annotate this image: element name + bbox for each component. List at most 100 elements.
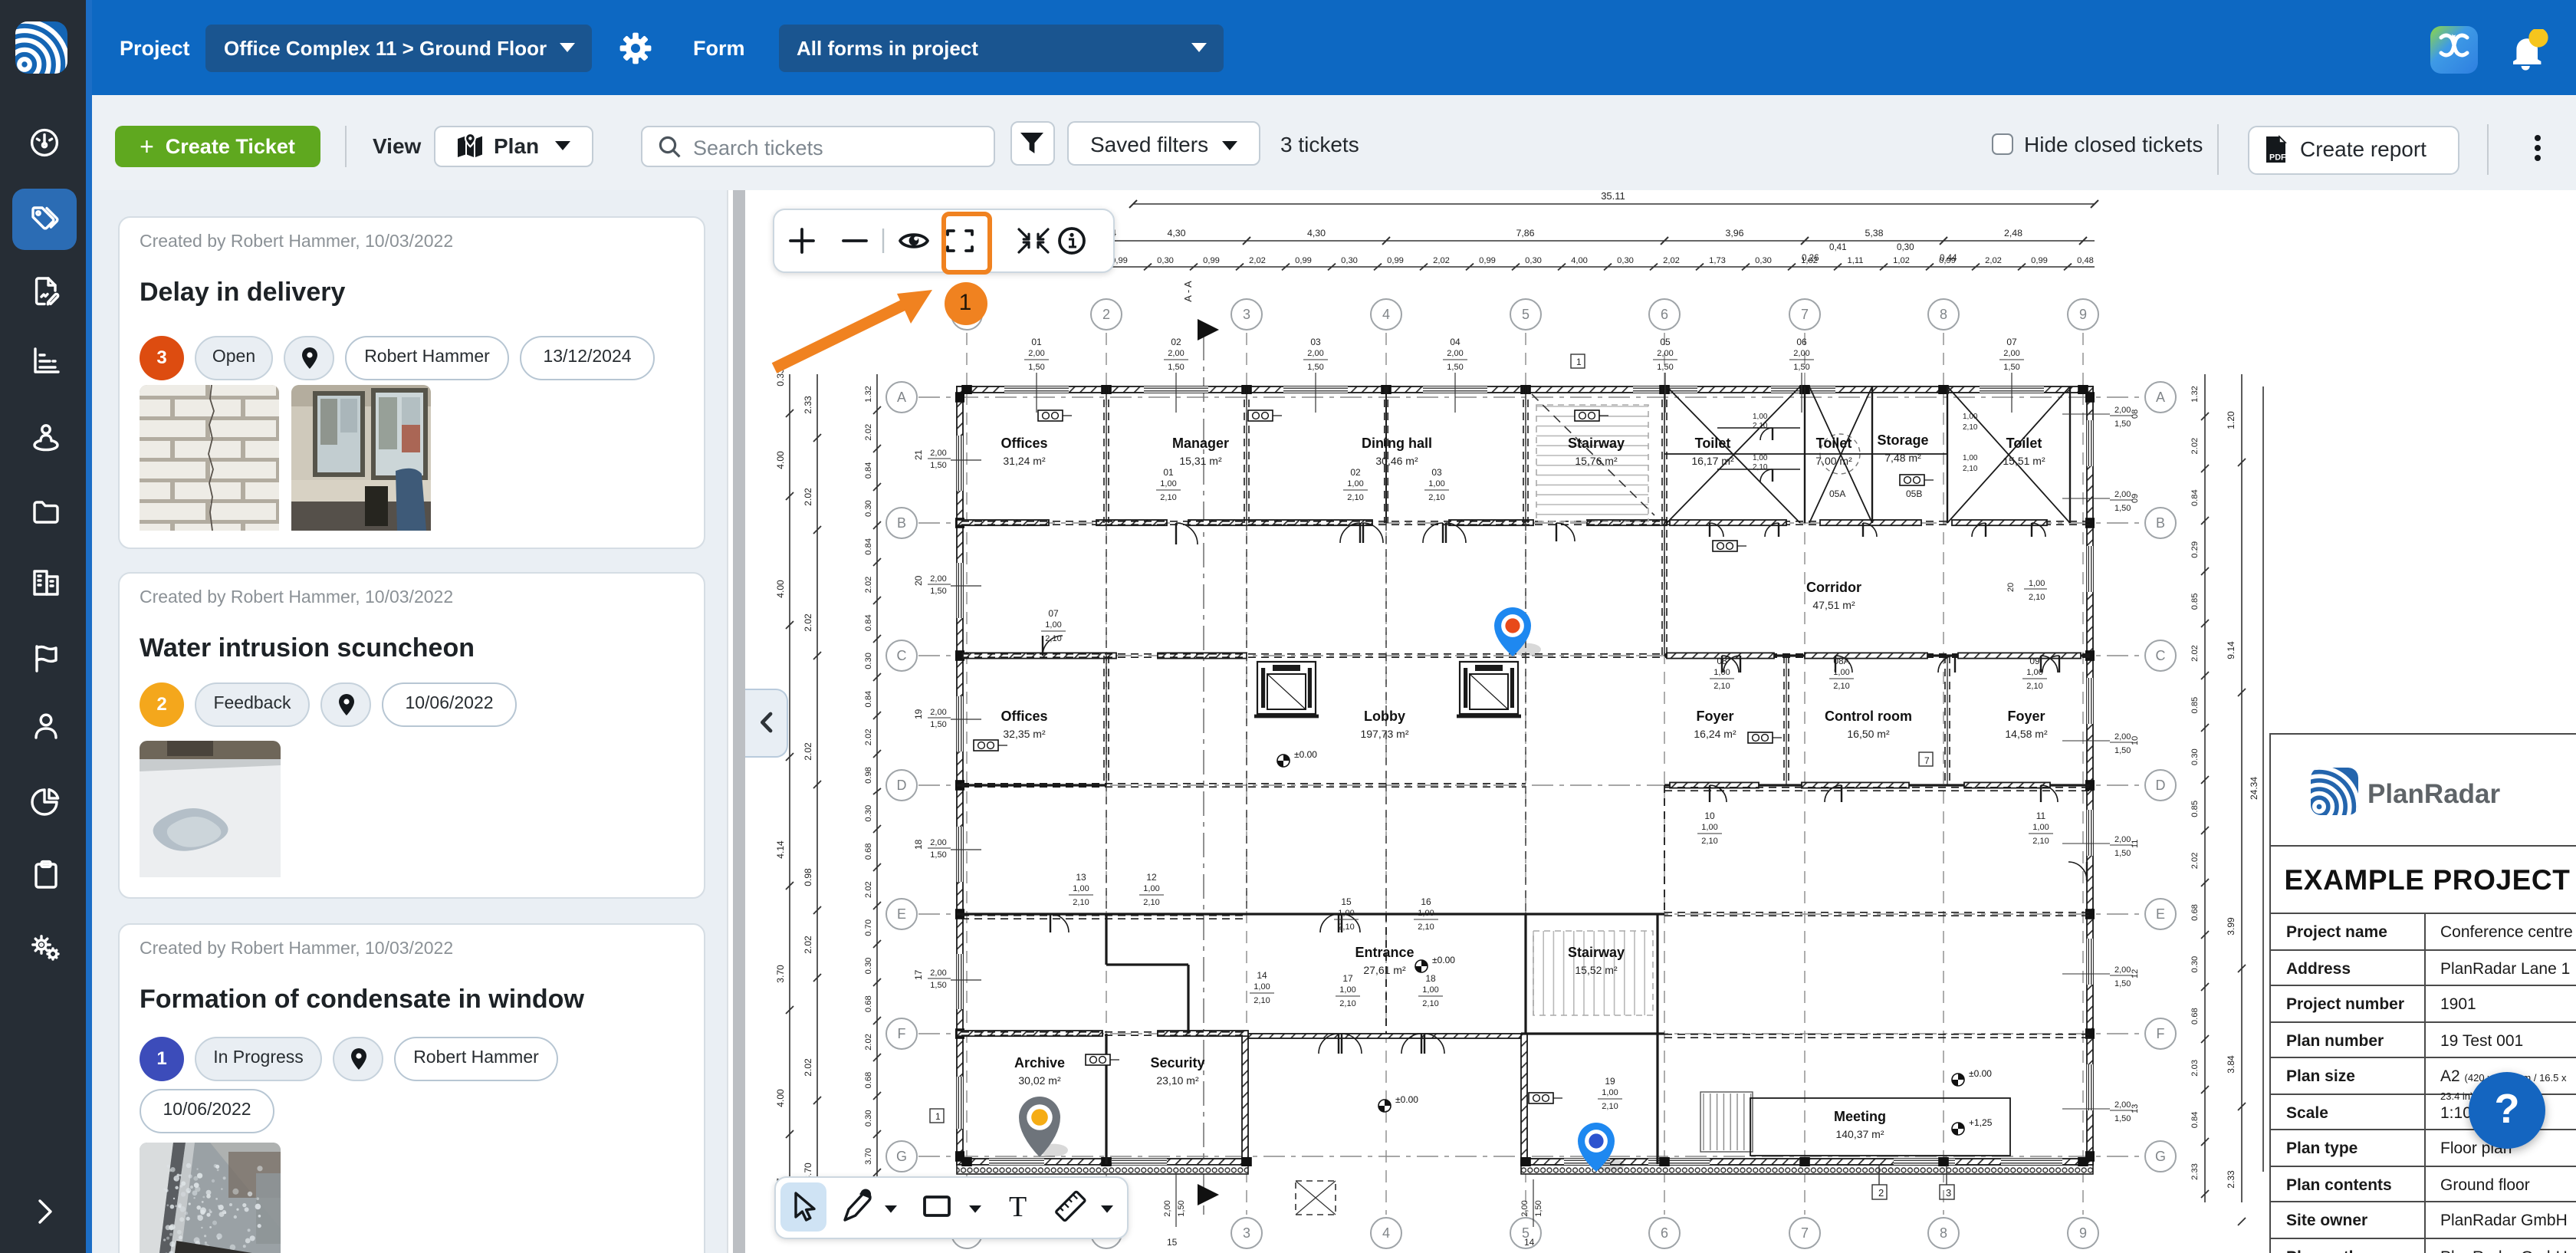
svg-text:+1,25: +1,25	[1969, 1117, 1993, 1128]
svg-text:4,30: 4,30	[1167, 228, 1185, 238]
svg-text:09: 09	[2131, 494, 2140, 503]
svg-text:0,30: 0,30	[1525, 256, 1542, 265]
svg-text:PlanRadar: PlanRadar	[2367, 779, 2500, 809]
svg-text:2,00: 2,00	[930, 838, 946, 847]
svg-text:4,30: 4,30	[1307, 228, 1326, 238]
svg-text:6: 6	[1661, 307, 1668, 322]
svg-text:08A: 08A	[1833, 656, 1849, 666]
svg-text:1,00: 1,00	[1347, 479, 1363, 488]
svg-text:12: 12	[2131, 969, 2140, 978]
svg-text:15,76 m²: 15,76 m²	[1575, 455, 1618, 467]
svg-text:Offices: Offices	[1001, 709, 1047, 724]
svg-text:1,50: 1,50	[2114, 1114, 2131, 1123]
svg-text:1,00: 1,00	[1422, 985, 1438, 995]
svg-text:16,24 m²: 16,24 m²	[1694, 728, 1737, 740]
svg-text:2.33: 2.33	[803, 396, 813, 414]
svg-text:Foyer: Foyer	[2007, 709, 2045, 724]
svg-text:2,10: 2,10	[1428, 493, 1444, 502]
svg-text:0.85: 0.85	[2190, 801, 2200, 817]
svg-text:2,10: 2,10	[1254, 996, 1270, 1005]
svg-text:02: 02	[1171, 337, 1181, 347]
svg-text:1,00: 1,00	[1602, 1088, 1618, 1097]
svg-text:1,50: 1,50	[2114, 419, 2131, 429]
svg-text:2.03: 2.03	[2190, 1060, 2200, 1077]
svg-text:11: 11	[2036, 811, 2046, 821]
svg-text:PDF: PDF	[2269, 153, 2286, 162]
svg-text:2,00: 2,00	[1307, 349, 1323, 358]
svg-text:Control room: Control room	[1825, 709, 1912, 724]
svg-text:2.02: 2.02	[803, 488, 813, 506]
svg-text:2,10: 2,10	[1143, 898, 1159, 907]
svg-text:1,00: 1,00	[1254, 982, 1270, 992]
svg-text:2,10: 2,10	[1714, 682, 1730, 691]
svg-text:1,50: 1,50	[1447, 363, 1463, 372]
svg-text:2.02: 2.02	[864, 577, 873, 594]
svg-text:05: 05	[1660, 337, 1671, 347]
svg-text:±0.00: ±0.00	[1294, 749, 1317, 760]
svg-text:1,00: 1,00	[1714, 668, 1730, 677]
svg-text:B: B	[897, 515, 906, 531]
svg-text:14: 14	[1524, 1237, 1535, 1248]
svg-text:0.98: 0.98	[803, 868, 813, 886]
svg-text:2,00: 2,00	[1447, 349, 1463, 358]
svg-text:2,00: 2,00	[2114, 490, 2131, 499]
svg-text:0,30: 0,30	[1617, 256, 1634, 265]
svg-text:06: 06	[1796, 337, 1807, 347]
svg-text:Archive: Archive	[1014, 1055, 1065, 1070]
svg-text:14: 14	[1257, 970, 1267, 981]
svg-text:18: 18	[913, 839, 924, 850]
svg-text:1,50: 1,50	[2114, 746, 2131, 755]
svg-text:1,50: 1,50	[930, 850, 946, 860]
svg-text:2,10: 2,10	[1701, 837, 1717, 846]
svg-text:1,50: 1,50	[1534, 1200, 1543, 1216]
svg-text:16,17 m²: 16,17 m²	[1691, 455, 1734, 467]
svg-text:16,50 m²: 16,50 m²	[1847, 728, 1890, 740]
svg-text:2,00: 2,00	[1168, 349, 1184, 358]
svg-text:2,02: 2,02	[1433, 256, 1450, 265]
svg-text:0.30: 0.30	[2190, 956, 2200, 973]
svg-text:01: 01	[1031, 337, 1042, 347]
svg-text:0.30: 0.30	[864, 653, 873, 669]
svg-text:7,48 m²: 7,48 m²	[1884, 452, 1921, 464]
svg-text:2,10: 2,10	[1347, 493, 1363, 502]
svg-text:1,00: 1,00	[1753, 454, 1768, 462]
svg-text:1,50: 1,50	[2114, 849, 2131, 858]
svg-text:19: 19	[913, 709, 924, 719]
svg-text:0.70: 0.70	[864, 919, 873, 936]
svg-text:2,00: 2,00	[1163, 1200, 1172, 1216]
svg-text:1.20: 1.20	[2226, 411, 2236, 429]
svg-text:0.68: 0.68	[864, 995, 873, 1012]
svg-text:05A: 05A	[1829, 488, 1845, 499]
svg-text:4.00: 4.00	[775, 451, 786, 469]
svg-text:1,00: 1,00	[1963, 454, 1978, 462]
svg-text:1,50: 1,50	[1028, 363, 1044, 372]
svg-text:1,00: 1,00	[1701, 823, 1717, 832]
svg-text:0.30: 0.30	[864, 958, 873, 975]
svg-text:E: E	[2156, 906, 2165, 922]
svg-text:1,00: 1,00	[1143, 884, 1159, 893]
svg-text:01: 01	[1163, 467, 1174, 478]
svg-text:1,50: 1,50	[1168, 363, 1184, 372]
svg-text:2,10: 2,10	[1833, 682, 1849, 691]
svg-text:2: 2	[1878, 1187, 1884, 1199]
svg-text:7,00 m²: 7,00 m²	[1815, 455, 1852, 467]
svg-text:Stairway: Stairway	[1568, 436, 1625, 451]
svg-text:3.84: 3.84	[2226, 1055, 2236, 1074]
svg-text:0.68: 0.68	[864, 1072, 873, 1089]
svg-text:0.30: 0.30	[2190, 748, 2200, 765]
svg-text:1: 1	[1576, 357, 1582, 367]
svg-text:17: 17	[1342, 973, 1353, 984]
svg-text:3.99: 3.99	[2226, 917, 2236, 936]
svg-text:0.84: 0.84	[864, 614, 873, 631]
svg-text:2,00: 2,00	[1028, 349, 1044, 358]
svg-text:F: F	[898, 1026, 906, 1041]
svg-text:1,11: 1,11	[1848, 256, 1864, 265]
svg-text:140,37 m²: 140,37 m²	[1835, 1128, 1884, 1140]
svg-text:1,50: 1,50	[930, 981, 946, 990]
svg-text:D: D	[2156, 778, 2166, 793]
svg-text:3: 3	[1946, 1187, 1951, 1199]
svg-text:35.11: 35.11	[1601, 190, 1625, 202]
svg-text:7: 7	[1924, 755, 1930, 766]
svg-text:0.98: 0.98	[864, 767, 873, 784]
svg-text:07: 07	[2006, 337, 2017, 347]
